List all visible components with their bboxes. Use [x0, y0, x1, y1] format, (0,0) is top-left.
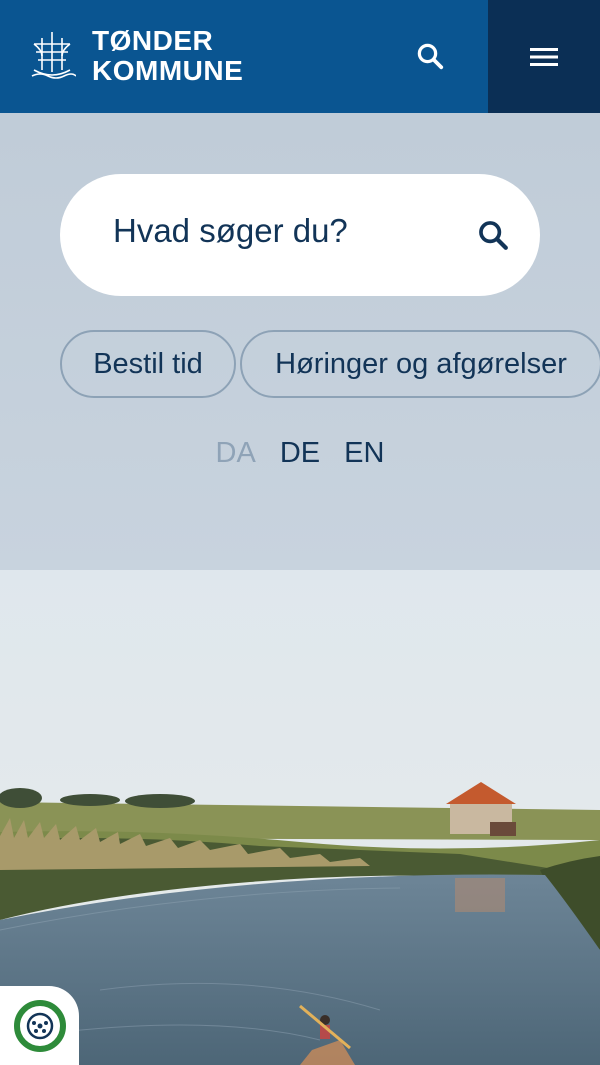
language-en[interactable]: EN — [344, 437, 384, 470]
search-input[interactable]: Hvad søger du? — [60, 174, 540, 296]
ship-emblem-icon — [31, 32, 76, 79]
search-placeholder: Hvad søger du? — [113, 212, 348, 249]
header-search-button[interactable] — [400, 28, 460, 84]
tonder-kommune-logo[interactable]: TØNDER KOMMUNE — [28, 26, 243, 86]
search-icon[interactable] — [476, 218, 510, 252]
accessibility-widget-button[interactable] — [0, 986, 79, 1065]
logo-line2: KOMMUNE — [92, 55, 244, 86]
site-header: TØNDER KOMMUNE — [0, 0, 600, 113]
language-switcher: DA DE EN — [0, 437, 600, 470]
hero-photo-marsh-kayak — [0, 570, 600, 1065]
accessibility-icon — [13, 999, 66, 1052]
hamburger-menu-icon — [530, 47, 558, 66]
quick-link-bestil-tid[interactable]: Bestil tid — [60, 330, 236, 398]
search-icon — [417, 43, 444, 70]
logo-text: TØNDER KOMMUNE — [92, 26, 243, 86]
language-da[interactable]: DA — [216, 437, 256, 470]
logo-line1: TØNDER — [92, 25, 214, 56]
quick-link-horinger[interactable]: Høringer og afgørelser — [240, 330, 600, 398]
menu-button[interactable] — [488, 0, 600, 113]
language-de[interactable]: DE — [280, 437, 320, 470]
